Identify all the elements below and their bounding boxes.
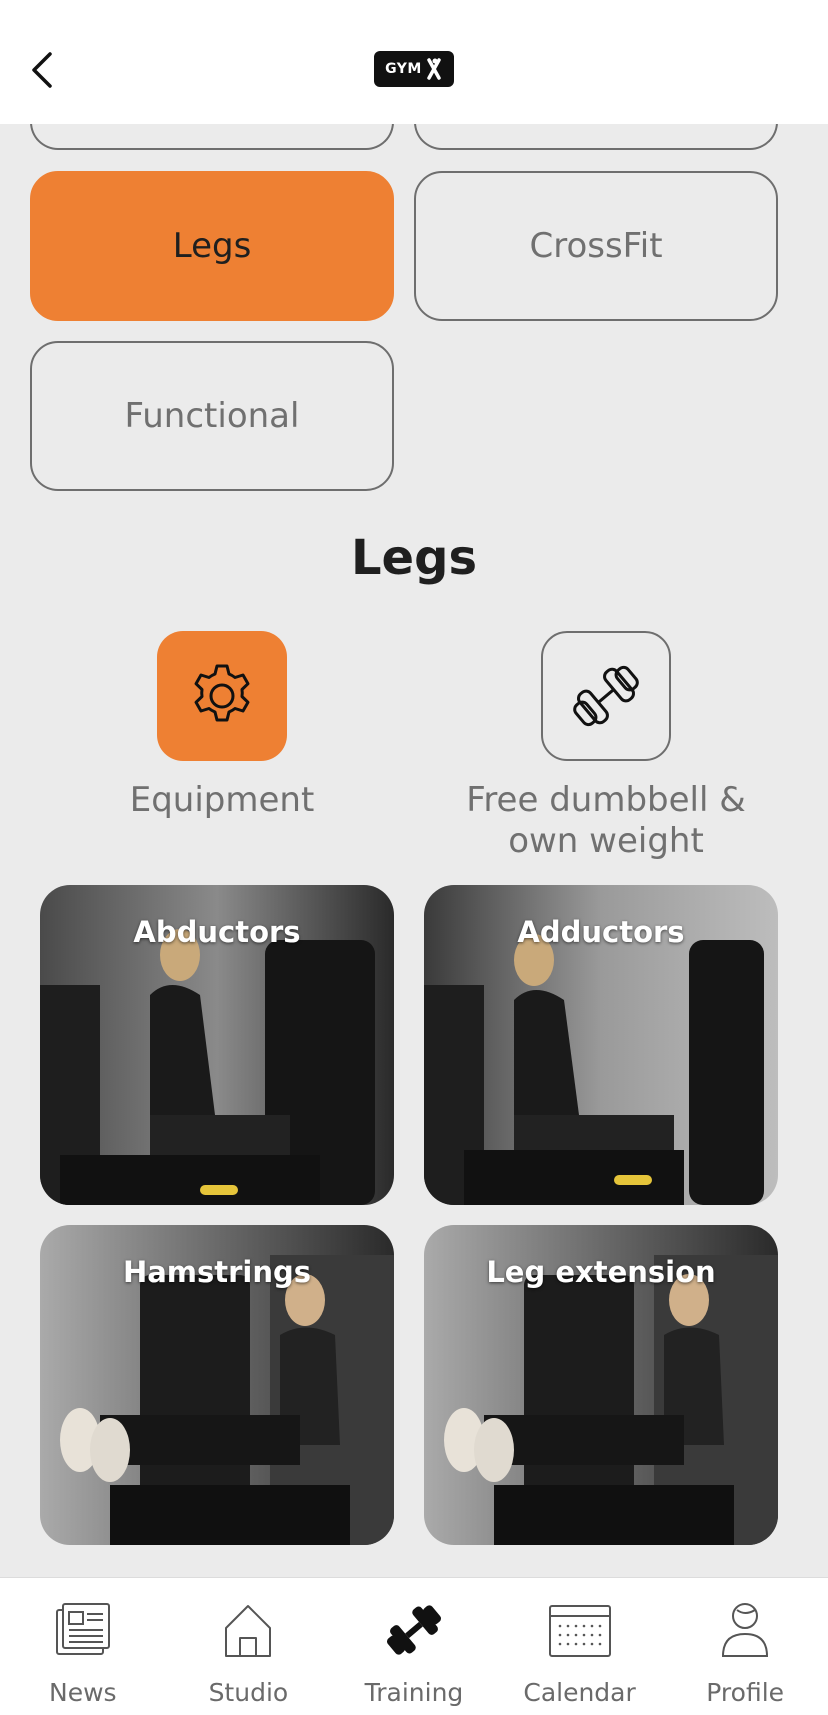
- person-icon: [722, 1603, 769, 1657]
- exercise-card-abductors[interactable]: Abductors: [40, 885, 394, 1205]
- nav-label: Calendar: [523, 1678, 636, 1707]
- nav-item-profile[interactable]: Profile: [662, 1578, 828, 1715]
- bottom-nav: News Studio Training Calendar Profile: [0, 1577, 828, 1715]
- free-weight-type-button[interactable]: [541, 631, 671, 761]
- chevron-left-icon: [32, 52, 52, 88]
- type-label-free-weight: Free dumbbell & own weight: [466, 780, 746, 861]
- back-button[interactable]: [26, 46, 60, 94]
- category-button-crossfit[interactable]: CrossFit: [414, 171, 778, 321]
- category-label: Legs: [172, 226, 252, 266]
- exercise-title: Hamstrings: [122, 1255, 312, 1289]
- type-label-equipment: Equipment: [129, 780, 315, 820]
- exercise-title: Adductors: [517, 915, 685, 949]
- gym-logo: GYM: [374, 51, 454, 87]
- logo-text: GYM: [385, 61, 422, 77]
- dumbbell-icon: [386, 1605, 441, 1655]
- nav-label: News: [49, 1678, 117, 1707]
- category-label: CrossFit: [529, 226, 663, 266]
- exercise-title: Abductors: [133, 915, 301, 949]
- nav-item-calendar[interactable]: Calendar: [497, 1578, 663, 1715]
- calendar-icon: [548, 1605, 611, 1657]
- category-button-functional[interactable]: Functional: [30, 341, 394, 491]
- home-icon: [225, 1605, 272, 1657]
- exercise-card-hamstrings[interactable]: Hamstrings: [40, 1225, 394, 1545]
- newspaper-icon: [55, 1603, 110, 1655]
- app-root: GYM Legs CrossFit Functional Legs Equipm…: [0, 0, 828, 1715]
- nav-item-training[interactable]: Training: [331, 1578, 497, 1715]
- logo-mark-icon: [427, 58, 441, 80]
- exercise-card-adductors[interactable]: Adductors: [424, 885, 778, 1205]
- exercise-title: Leg extension: [486, 1255, 716, 1289]
- exercise-card-leg-extension[interactable]: Leg extension: [424, 1225, 778, 1545]
- dumbbell-icon: [573, 665, 639, 727]
- equipment-type-button[interactable]: [157, 631, 287, 761]
- top-bar: GYM: [0, 0, 828, 124]
- nav-item-studio[interactable]: Studio: [166, 1578, 332, 1715]
- nav-label: Profile: [706, 1678, 785, 1707]
- section-title: Legs: [350, 530, 478, 586]
- nav-label: Training: [364, 1678, 464, 1707]
- nav-item-news[interactable]: News: [0, 1578, 166, 1715]
- nav-label: Studio: [208, 1678, 289, 1707]
- category-label: Functional: [124, 396, 300, 436]
- gear-icon: [194, 664, 250, 722]
- category-button-legs[interactable]: Legs: [30, 171, 394, 321]
